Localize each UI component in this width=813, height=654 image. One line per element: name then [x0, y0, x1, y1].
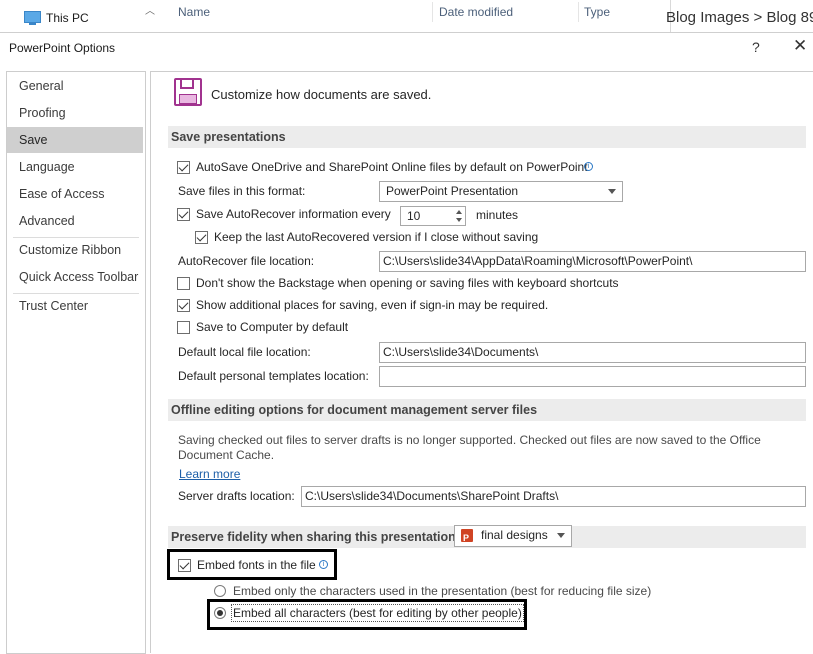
save-format-select[interactable]: PowerPoint Presentation	[379, 181, 623, 202]
sort-indicator-icon: ⌃	[298, 0, 306, 3]
default-templates-location-input[interactable]	[379, 366, 806, 387]
info-icon[interactable]: i	[584, 162, 593, 171]
save-to-computer-checkbox[interactable]	[177, 321, 190, 334]
embed-fonts-checkbox[interactable]	[178, 559, 191, 572]
chevron-down-icon	[557, 533, 565, 538]
column-header-date-modified[interactable]: Date modified	[439, 5, 513, 19]
nav-item-general[interactable]: General	[7, 73, 143, 99]
explorer-nav-pane: This PC ︿	[0, 0, 160, 32]
options-nav: General Proofing Save Language Ease of A…	[6, 71, 146, 654]
section-save-presentations: Save presentations	[168, 126, 806, 148]
embed-used-characters-label: Embed only the characters used in the pr…	[233, 584, 652, 598]
default-templates-location-label: Default personal templates location:	[178, 369, 369, 383]
offline-notice-line-1: Saving checked out files to server draft…	[178, 433, 761, 447]
embed-fonts-label: Embed fonts in the file	[197, 558, 316, 572]
autorecover-checkbox[interactable]	[177, 208, 190, 221]
save-options-panel: Customize how documents are saved. Save …	[150, 71, 813, 653]
keep-last-autorecovered-label: Keep the last AutoRecovered version if I…	[214, 230, 539, 244]
nav-item-language[interactable]: Language	[7, 154, 143, 180]
explorer-nav-this-pc[interactable]: This PC	[46, 11, 89, 25]
powerpoint-file-icon	[461, 529, 473, 548]
autorecover-minutes-value: 10	[407, 209, 421, 223]
nav-item-save[interactable]: Save	[7, 127, 143, 153]
autosave-label: AutoSave OneDrive and SharePoint Online …	[196, 160, 588, 174]
column-divider	[578, 2, 579, 22]
chevron-down-icon	[608, 189, 616, 194]
default-local-location-input[interactable]: C:\Users\slide34\Documents\	[379, 342, 806, 363]
additional-places-checkbox[interactable]	[177, 299, 190, 312]
save-format-value: PowerPoint Presentation	[386, 184, 519, 198]
nav-item-quick-access-toolbar[interactable]: Quick Access Toolbar	[7, 264, 143, 290]
this-pc-icon	[24, 11, 41, 25]
learn-more-link[interactable]: Learn more	[179, 467, 240, 481]
nav-item-advanced[interactable]: Advanced	[7, 208, 143, 234]
help-button[interactable]: ?	[752, 39, 760, 55]
page-heading: Customize how documents are saved.	[211, 87, 432, 102]
close-button[interactable]: ✕	[793, 36, 807, 56]
dialog-title-bar: PowerPoint Options ? ✕	[0, 33, 813, 63]
embed-all-characters-label: Embed all characters (best for editing b…	[231, 604, 524, 622]
dialog-title: PowerPoint Options	[9, 41, 116, 55]
default-local-location-label: Default local file location:	[178, 345, 311, 359]
nav-item-ease-of-access[interactable]: Ease of Access	[7, 181, 143, 207]
info-icon[interactable]: i	[319, 560, 328, 569]
keep-last-autorecovered-checkbox[interactable]	[195, 231, 208, 244]
autorecover-minutes-spinner[interactable]: 10	[400, 206, 466, 226]
offline-notice-line-2: Document Cache.	[178, 448, 275, 462]
chevron-up-icon[interactable]: ︿	[145, 2, 155, 17]
section-title: Preserve fidelity when sharing this pres…	[171, 530, 460, 544]
autorecover-location-label: AutoRecover file location:	[178, 254, 315, 268]
section-title: Offline editing options for document man…	[171, 403, 538, 417]
section-title: Save presentations	[171, 130, 286, 144]
presentation-select[interactable]: final designs	[454, 525, 572, 548]
floppy-disk-icon	[174, 78, 202, 106]
autorecover-label: Save AutoRecover information every	[196, 207, 391, 221]
backstage-checkbox[interactable]	[177, 277, 190, 290]
embed-used-characters-radio[interactable]	[214, 585, 226, 597]
column-header-name[interactable]: Name	[178, 5, 210, 19]
column-divider	[432, 2, 433, 22]
server-drafts-label: Server drafts location:	[178, 489, 295, 503]
additional-places-label: Show additional places for saving, even …	[196, 298, 549, 312]
minutes-label: minutes	[476, 208, 519, 222]
nav-item-customize-ribbon[interactable]: Customize Ribbon	[7, 237, 143, 263]
backstage-label: Don't show the Backstage when opening or…	[196, 276, 619, 290]
presentation-select-value: final designs	[481, 528, 548, 542]
save-format-label: Save files in this format:	[178, 184, 306, 198]
autorecover-location-input[interactable]: C:\Users\slide34\AppData\Roaming\Microso…	[379, 251, 806, 272]
explorer-column-headers: ⌃ Name Date modified Type	[160, 0, 671, 32]
powerpoint-options-dialog: PowerPoint Options ? ✕ General Proofing …	[0, 32, 813, 654]
explorer-breadcrumb[interactable]: Blog Images > Blog 89	[666, 9, 813, 26]
embed-all-characters-radio[interactable]	[214, 607, 226, 619]
server-drafts-input[interactable]: C:\Users\slide34\Documents\SharePoint Dr…	[301, 486, 806, 507]
column-header-type[interactable]: Type	[584, 5, 610, 19]
spin-up-icon[interactable]	[456, 210, 462, 214]
save-to-computer-label: Save to Computer by default	[196, 320, 349, 334]
section-offline-editing: Offline editing options for document man…	[168, 399, 806, 421]
autosave-checkbox[interactable]	[177, 161, 190, 174]
spin-down-icon[interactable]	[456, 218, 462, 222]
file-explorer-background: This PC ︿ ⌃ Name Date modified Type Blog…	[0, 0, 813, 32]
nav-item-trust-center[interactable]: Trust Center	[7, 293, 143, 319]
nav-item-proofing[interactable]: Proofing	[7, 100, 143, 126]
